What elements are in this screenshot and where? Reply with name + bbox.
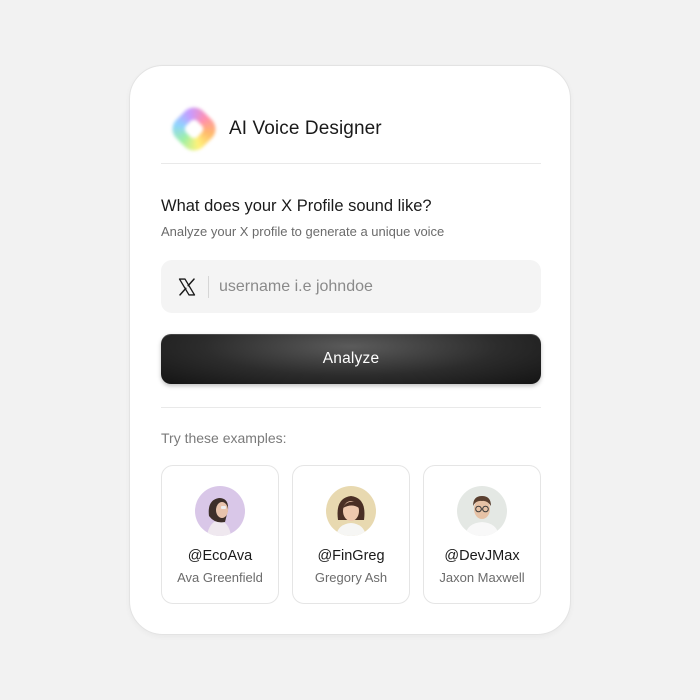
example-handle: @DevJMax [444, 548, 520, 564]
form-heading: What does your X Profile sound like? [161, 197, 432, 215]
section-divider [161, 407, 541, 408]
username-input[interactable] [219, 277, 519, 296]
header: AI Voice Designer [161, 96, 541, 162]
x-logo-icon [176, 276, 198, 298]
example-card-devjmax[interactable]: @DevJMax Jaxon Maxwell [423, 465, 541, 604]
avatar-ecoava [195, 486, 245, 536]
example-name: Gregory Ash [314, 570, 388, 585]
input-separator [208, 275, 209, 298]
avatar-fingreg [326, 486, 376, 536]
form-subheading: Analyze your X profile to generate a uni… [161, 224, 445, 239]
example-handle: @EcoAva [187, 548, 253, 564]
example-name: Jaxon Maxwell [439, 570, 525, 585]
example-card-fingreg[interactable]: @FinGreg Gregory Ash [292, 465, 410, 604]
voice-designer-card: AI Voice Designer What does your X Profi… [129, 65, 571, 635]
example-handle: @FinGreg [317, 548, 385, 564]
header-divider [161, 163, 541, 164]
analyze-button[interactable]: Analyze [161, 334, 541, 384]
example-card-ecoava[interactable]: @EcoAva Ava Greenfield [161, 465, 279, 604]
examples-label: Try these examples: [161, 430, 287, 446]
username-field[interactable] [161, 260, 541, 313]
app-logo-icon [167, 102, 221, 156]
examples-list: @EcoAva Ava Greenfield @FinGreg Gregory … [161, 465, 541, 605]
example-name: Ava Greenfield [177, 570, 263, 585]
avatar-devjmax [457, 486, 507, 536]
app-title: AI Voice Designer [229, 118, 382, 139]
